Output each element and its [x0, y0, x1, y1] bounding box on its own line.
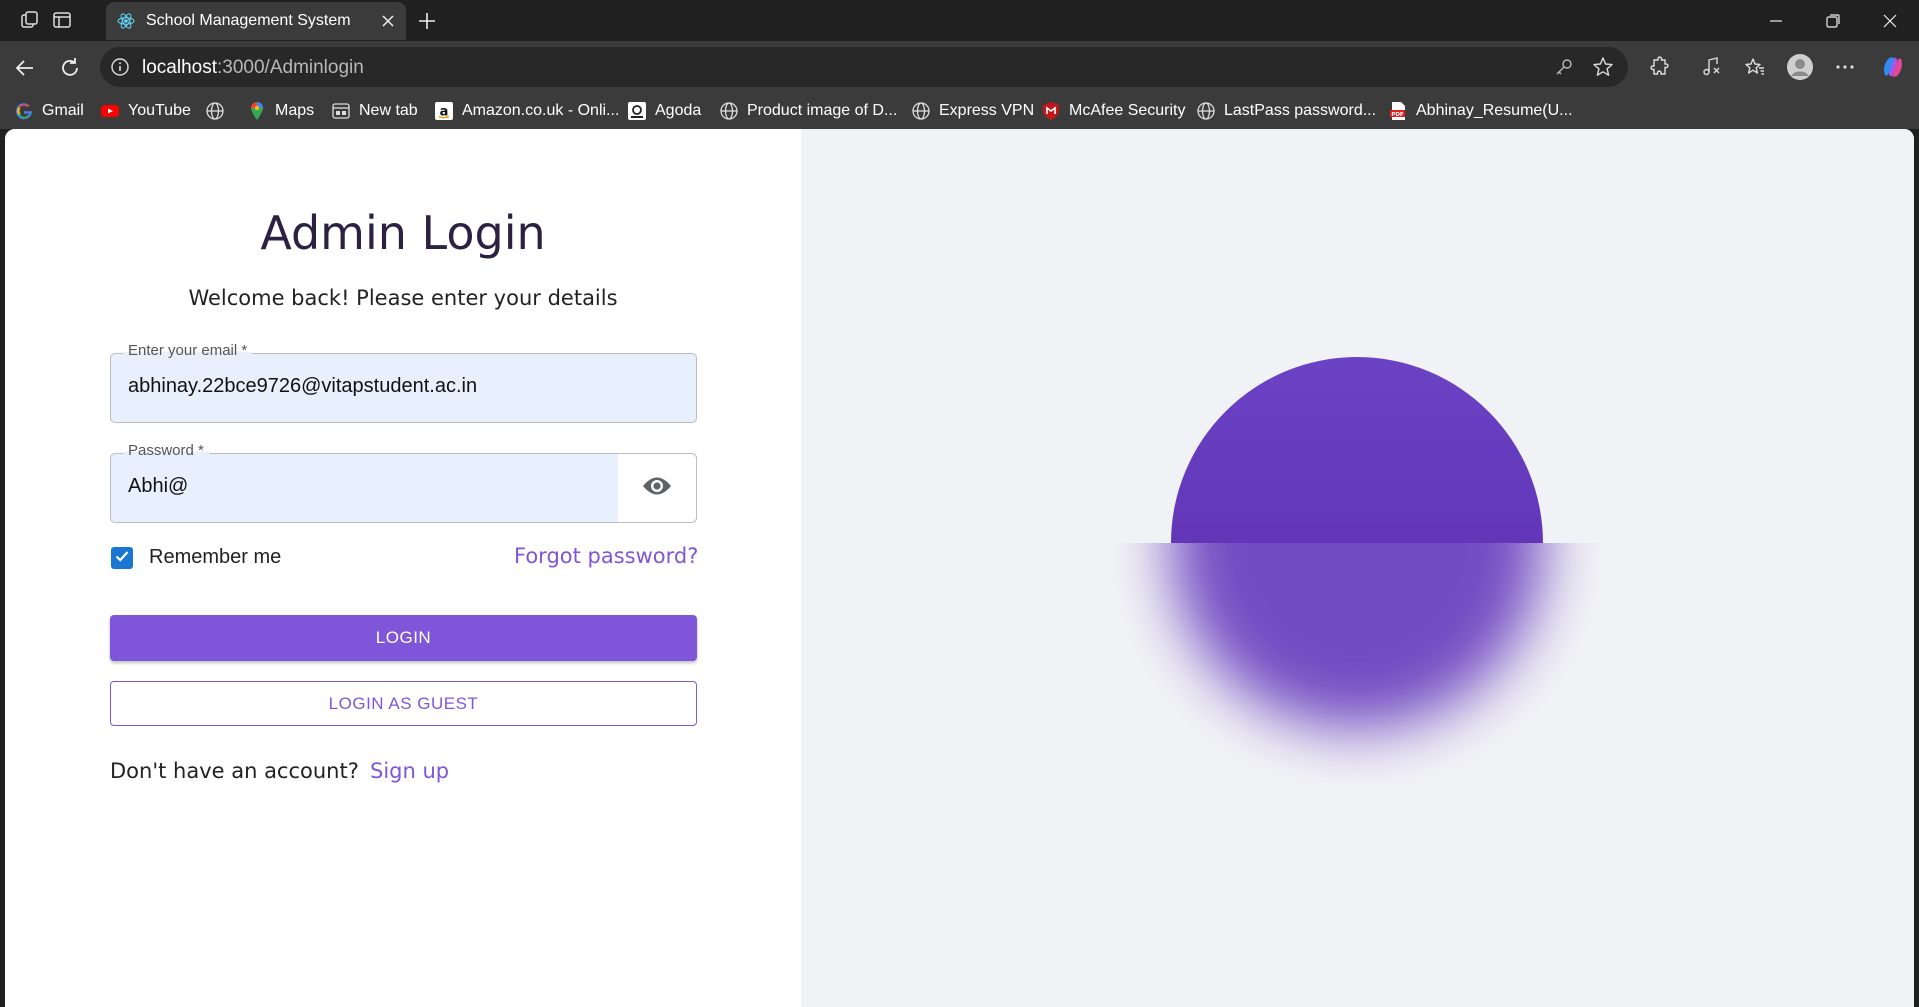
bookmark-label: Maps — [275, 102, 315, 119]
agoda-icon — [627, 101, 647, 121]
browser-toolbar: localhost:3000/Adminlogin — [0, 41, 1919, 93]
remember-me-label[interactable]: Remember me — [149, 546, 281, 569]
page-subtitle: Welcome back! Please enter your details — [188, 286, 618, 310]
amazon-icon: a — [434, 101, 454, 121]
sign-up-link[interactable]: Sign up — [370, 759, 449, 783]
bookmark-maps[interactable]: Maps — [247, 99, 314, 123]
bookmark-agoda[interactable]: Agoda — [627, 99, 701, 123]
restore-icon[interactable] — [1813, 6, 1853, 36]
decorative-panel — [801, 129, 1914, 1007]
vertical-tabs-icon[interactable] — [49, 8, 75, 32]
maps-icon — [247, 101, 267, 121]
globe-icon — [911, 101, 931, 121]
bookmark-mcafee[interactable]: McAfee Security — [1041, 99, 1185, 123]
bookmark-label: Product image of D... — [747, 102, 898, 119]
address-bar[interactable]: localhost:3000/Adminlogin — [100, 47, 1628, 87]
globe-icon — [719, 101, 739, 121]
login-button[interactable]: LOGIN — [110, 615, 697, 661]
page-title: Admin Login — [260, 206, 546, 260]
new-tab-icon[interactable] — [414, 8, 440, 34]
forgot-password-link[interactable]: Forgot password? — [514, 544, 698, 568]
no-account-text: Don't have an account? — [110, 759, 359, 783]
workspaces-icon[interactable] — [17, 8, 43, 32]
checkmark-icon — [114, 548, 130, 569]
bookmark-label: LastPass password... — [1224, 102, 1377, 119]
media-control-icon[interactable] — [1697, 53, 1725, 81]
refresh-icon[interactable] — [55, 53, 85, 83]
bookmark-label: Gmail — [42, 102, 84, 119]
tab-title: School Management System — [146, 12, 351, 29]
site-info-icon[interactable] — [110, 57, 130, 77]
remember-me-checkbox[interactable] — [111, 547, 133, 569]
extensions-icon[interactable] — [1645, 53, 1673, 81]
bookmark-label: Abhinay_Resume(U... — [1416, 102, 1573, 119]
svg-text:PDF: PDF — [1391, 112, 1404, 118]
password-label: Password * — [123, 442, 209, 459]
bookmarks-bar: Gmail YouTube Maps New tab a Amazon.co.u… — [0, 93, 1919, 129]
newtab-icon — [331, 101, 351, 121]
pdf-icon: PDF — [1388, 101, 1408, 121]
bookmark-label: Express VPN — [939, 102, 1035, 119]
bookmark-label: Agoda — [655, 102, 702, 119]
favorite-star-icon[interactable] — [1592, 56, 1614, 78]
bookmark-globe[interactable] — [205, 99, 233, 123]
bookmark-youtube[interactable]: YouTube — [100, 99, 191, 123]
url-text[interactable]: localhost:3000/Adminlogin — [142, 57, 364, 79]
favorites-icon[interactable] — [1741, 53, 1769, 81]
close-tab-icon[interactable] — [378, 11, 398, 31]
password-value[interactable]: Abhi@ — [128, 475, 188, 498]
eye-icon — [642, 475, 672, 502]
email-field[interactable]: Enter your email * abhinay.22bce9726@vit… — [110, 342, 697, 423]
login-as-guest-button[interactable]: LOGIN AS GUEST — [110, 681, 697, 726]
login-panel: Admin Login Welcome back! Please enter y… — [5, 129, 801, 1007]
bookmark-new-tab[interactable]: New tab — [331, 99, 418, 123]
browser-title-bar: School Management System — [0, 0, 1919, 41]
close-window-icon[interactable] — [1870, 6, 1910, 36]
bookmark-express-vpn[interactable]: Express VPN — [911, 99, 1034, 123]
more-menu-icon[interactable] — [1831, 53, 1859, 81]
copilot-icon[interactable] — [1879, 53, 1907, 81]
email-value[interactable]: abhinay.22bce9726@vitapstudent.ac.in — [128, 375, 477, 398]
url-host: localhost — [142, 57, 217, 78]
bookmark-label: YouTube — [128, 102, 191, 119]
bookmark-amazon[interactable]: a Amazon.co.uk - Onli... — [434, 99, 619, 123]
url-path: :3000/Adminlogin — [217, 57, 364, 78]
bookmark-label: McAfee Security — [1069, 102, 1186, 119]
password-key-icon[interactable] — [1553, 56, 1575, 78]
bookmark-product-image[interactable]: Product image of D... — [719, 99, 897, 123]
bookmark-label: New tab — [359, 102, 418, 119]
tab-school-management[interactable]: School Management System — [106, 2, 406, 40]
bookmark-label: Amazon.co.uk - Onli... — [462, 102, 620, 119]
google-icon — [14, 101, 34, 121]
globe-icon — [1196, 101, 1216, 121]
bookmark-gmail[interactable]: Gmail — [14, 99, 84, 123]
back-icon[interactable] — [10, 53, 40, 83]
bookmark-resume-pdf[interactable]: PDF Abhinay_Resume(U... — [1388, 99, 1573, 123]
email-label: Enter your email * — [123, 342, 253, 359]
profile-avatar-icon[interactable] — [1786, 53, 1814, 81]
react-icon — [116, 11, 136, 31]
youtube-icon — [100, 101, 120, 121]
page-viewport: Admin Login Welcome back! Please enter y… — [5, 129, 1914, 1007]
toggle-password-visibility-button[interactable] — [618, 454, 696, 522]
password-field[interactable]: Password * Abhi@ — [110, 442, 697, 523]
globe-icon — [205, 101, 225, 121]
minimize-icon[interactable] — [1756, 6, 1796, 36]
mcafee-icon — [1041, 101, 1061, 121]
bookmark-lastpass[interactable]: LastPass password... — [1196, 99, 1376, 123]
